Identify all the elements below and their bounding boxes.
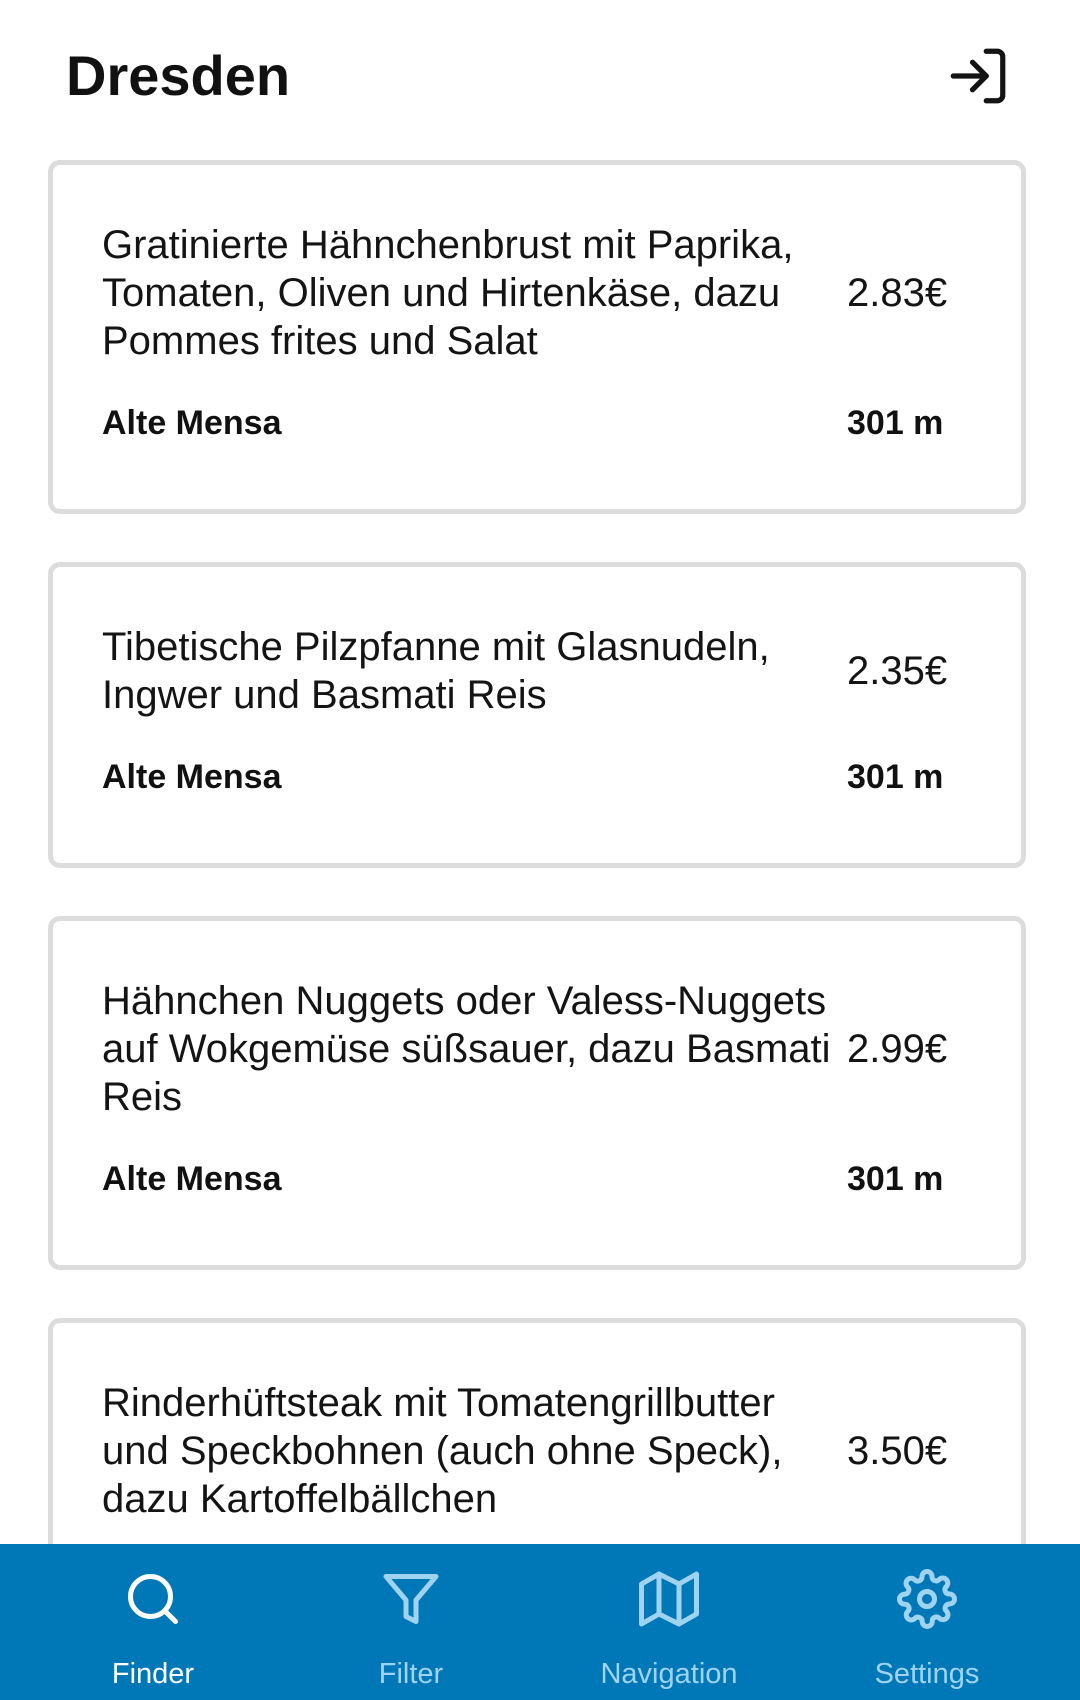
meal-price: 2.99€ [847, 1027, 948, 1071]
bottom-navigation: Finder Filter Navigation Settings [0, 1544, 1080, 1700]
meal-name: Tibetische Pilzpfanne mit Glasnudeln, In… [102, 625, 770, 717]
search-icon [128, 1574, 178, 1624]
gear-icon [897, 1569, 957, 1629]
nav-item-filter[interactable]: Filter [282, 1544, 540, 1700]
nav-item-settings[interactable]: Settings [798, 1544, 1056, 1700]
meal-card[interactable]: Tibetische Pilzpfanne mit Glasnudeln, In… [48, 562, 1026, 868]
meal-card[interactable]: Rinderhüftsteak mit Tomatengrillbutter u… [48, 1318, 1026, 1544]
canteen-name: Alte Mensa [102, 758, 282, 796]
app-header: Dresden [0, 0, 1080, 150]
meal-price: 2.35€ [847, 649, 948, 693]
meal-price: 3.50€ [847, 1429, 948, 1473]
canteen-name: Alte Mensa [102, 404, 282, 442]
meal-card[interactable]: Gratinierte Hähnchenbrust mit Paprika, T… [48, 160, 1026, 514]
meal-name: Rinderhüftsteak mit Tomatengrillbutter u… [102, 1381, 783, 1521]
meal-card[interactable]: Hähnchen Nuggets oder Valess-Nuggets auf… [48, 916, 1026, 1270]
nav-item-finder[interactable]: Finder [24, 1544, 282, 1700]
canteen-distance: 301 m [847, 1160, 944, 1198]
meal-name: Hähnchen Nuggets oder Valess-Nuggets auf… [102, 979, 831, 1119]
filter-icon [383, 1574, 439, 1624]
login-button[interactable] [940, 38, 1016, 114]
login-icon [950, 48, 1006, 104]
nav-label: Filter [378, 1658, 444, 1690]
canteen-name: Alte Mensa [102, 1160, 282, 1198]
nav-label: Navigation [600, 1658, 738, 1690]
nav-item-navigation[interactable]: Navigation [540, 1544, 798, 1700]
canteen-distance: 301 m [847, 758, 944, 796]
meal-price: 2.83€ [847, 271, 948, 315]
nav-label: Settings [874, 1658, 980, 1690]
map-icon [639, 1571, 699, 1627]
meal-list[interactable]: Gratinierte Hähnchenbrust mit Paprika, T… [0, 0, 1080, 1544]
page-title: Dresden [66, 44, 291, 107]
canteen-distance: 301 m [847, 404, 944, 442]
nav-label: Finder [111, 1658, 195, 1690]
meal-name: Gratinierte Hähnchenbrust mit Paprika, T… [102, 223, 794, 363]
